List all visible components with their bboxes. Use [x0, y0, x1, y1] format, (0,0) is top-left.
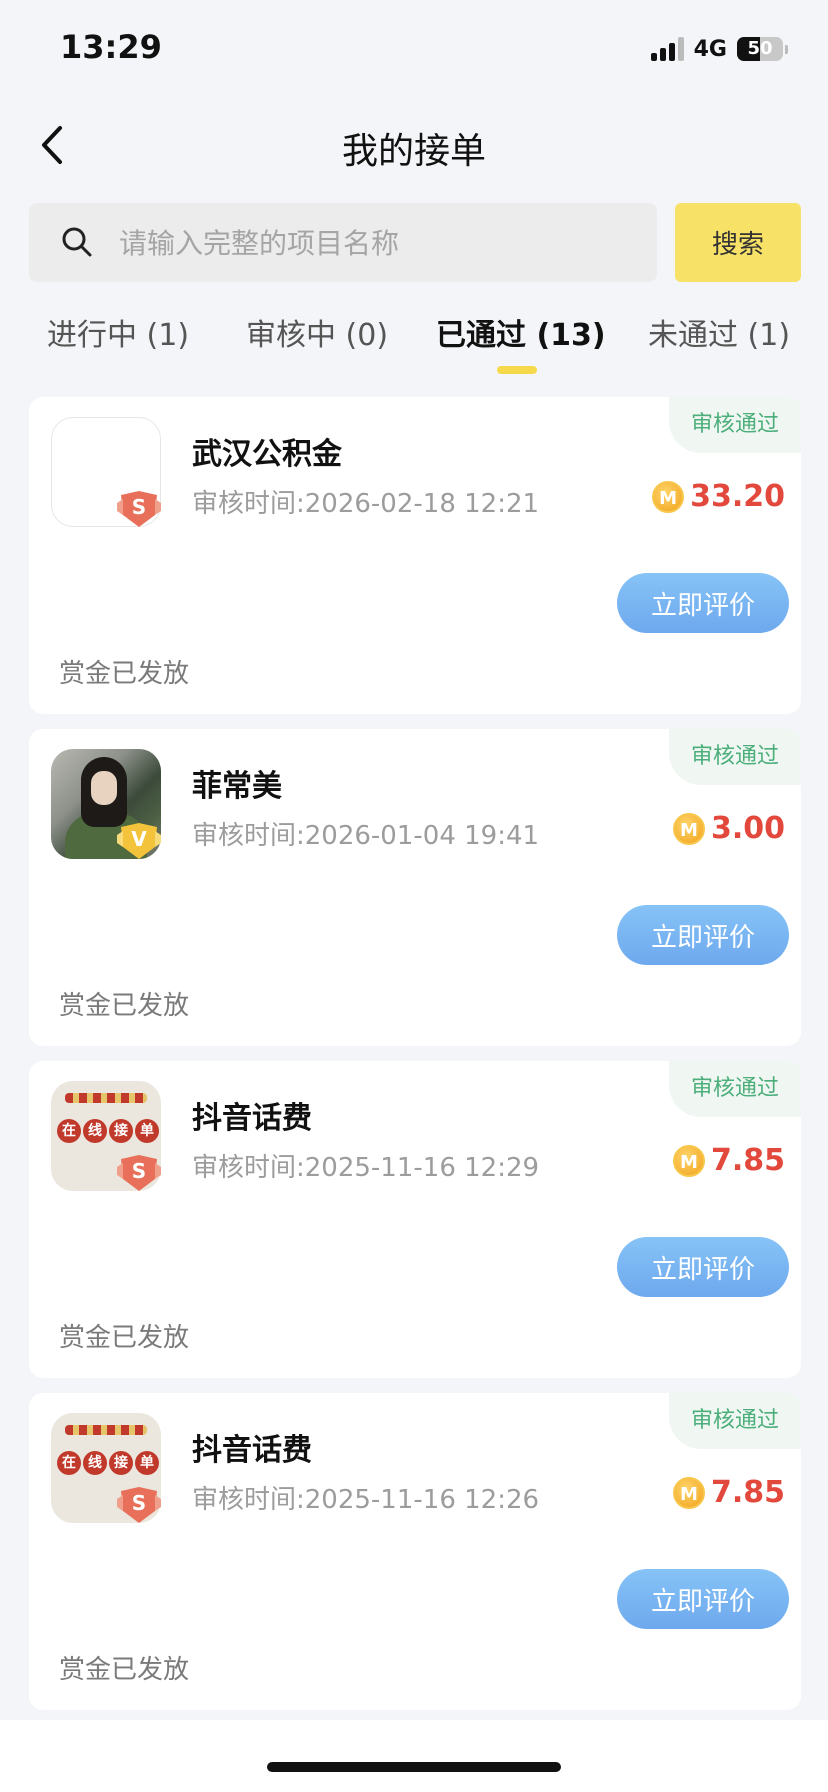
reward-value: 7.85	[710, 1143, 785, 1178]
review-now-button[interactable]: 立即评价	[617, 573, 789, 633]
active-tab-indicator	[497, 366, 537, 374]
order-card[interactable]: 审核通过 S 武汉公积金 审核时间:2026-02-18 12:21 M 33.…	[29, 397, 801, 714]
status-badge: 审核通过	[669, 397, 801, 453]
payout-status: 赏金已发放	[59, 659, 190, 689]
home-indicator[interactable]	[267, 1762, 561, 1772]
status-time: 13:29	[60, 28, 162, 66]
review-now-button[interactable]: 立即评价	[617, 1569, 789, 1629]
signal-icon	[650, 37, 684, 61]
status-tabs: 进行中 (1) 审核中 (0) 已通过 (13) 未通过 (1)	[0, 300, 828, 380]
order-card[interactable]: 审核通过 在 线 接 单 S 抖音话费 审核时间:2025-11-16 12:2…	[29, 1393, 801, 1710]
reward-amount: M 7.85	[672, 1143, 785, 1178]
payout-status: 赏金已发放	[59, 1323, 190, 1353]
status-badge: 审核通过	[669, 729, 801, 785]
review-time: 审核时间:2025-11-16 12:29	[192, 1153, 540, 1183]
coin-icon: M	[672, 1144, 705, 1177]
coin-icon: M	[672, 1476, 705, 1509]
tab-under-review[interactable]: 审核中 (0)	[246, 310, 388, 354]
project-thumbnail: 在 线 接 单 S	[51, 1081, 161, 1191]
payout-status: 赏金已发放	[59, 1655, 190, 1685]
reward-amount: M 3.00	[672, 811, 785, 846]
battery-icon: 50	[737, 37, 783, 61]
project-thumbnail: V	[51, 749, 161, 859]
search-box[interactable]	[29, 203, 657, 284]
level-badge-icon: S	[117, 489, 161, 529]
order-card[interactable]: 审核通过 V 菲常美 审核时间:2026-01-04 19:41 M 3.00 …	[29, 729, 801, 1046]
status-badge: 审核通过	[669, 1393, 801, 1449]
tab-in-progress[interactable]: 进行中 (1)	[47, 310, 189, 354]
search-icon	[62, 227, 92, 257]
project-title: 菲常美	[192, 769, 282, 804]
reward-value: 3.00	[710, 811, 785, 846]
payout-status: 赏金已发放	[59, 991, 190, 1021]
bottom-safe-area	[0, 1720, 828, 1792]
level-badge-icon: S	[117, 1153, 161, 1193]
battery-level: 50	[747, 38, 773, 59]
order-card[interactable]: 审核通过 在 线 接 单 S 抖音话费 审核时间:2025-11-16 12:2…	[29, 1061, 801, 1378]
search-input[interactable]	[117, 203, 641, 284]
project-thumbnail: S	[51, 417, 161, 527]
coin-icon: M	[652, 480, 685, 513]
project-thumbnail: 在 线 接 单 S	[51, 1413, 161, 1523]
reward-value: 7.85	[710, 1475, 785, 1510]
review-time: 审核时间:2026-02-18 12:21	[192, 489, 540, 519]
project-title: 抖音话费	[192, 1101, 312, 1136]
status-bar: 13:29 4G 50	[0, 0, 828, 100]
level-badge-icon: S	[117, 1485, 161, 1525]
tab-approved[interactable]: 已通过 (13)	[436, 310, 606, 354]
review-time: 审核时间:2026-01-04 19:41	[192, 821, 540, 851]
coin-icon: M	[672, 812, 705, 845]
network-type: 4G	[693, 36, 727, 62]
review-now-button[interactable]: 立即评价	[617, 1237, 789, 1297]
search-bar: 搜索	[29, 203, 801, 284]
status-badge: 审核通过	[669, 1061, 801, 1117]
reward-amount: M 7.85	[672, 1475, 785, 1510]
level-badge-icon: V	[117, 821, 161, 861]
navigation-bar: 我的接单	[0, 100, 828, 192]
project-title: 抖音话费	[192, 1433, 312, 1468]
search-button[interactable]: 搜索	[675, 203, 801, 282]
page-title: 我的接单	[341, 131, 486, 172]
review-time: 审核时间:2025-11-16 12:26	[192, 1485, 540, 1515]
tab-rejected[interactable]: 未通过 (1)	[648, 310, 790, 354]
project-title: 武汉公积金	[192, 437, 342, 472]
review-now-button[interactable]: 立即评价	[617, 905, 789, 965]
reward-value: 33.20	[690, 479, 785, 514]
reward-amount: M 33.20	[652, 479, 785, 514]
status-indicators: 4G 50	[650, 34, 788, 64]
